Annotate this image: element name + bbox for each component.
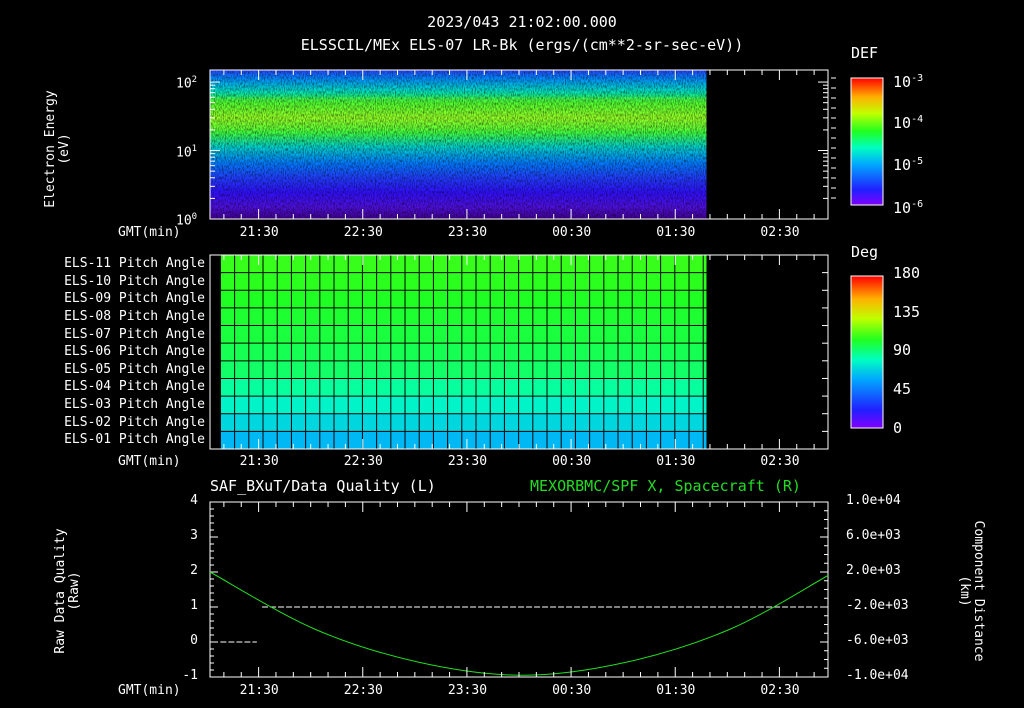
pitch-angle-row-label: ELS-06 Pitch Angle (64, 344, 205, 360)
time-axis-label: GMT(min) (118, 454, 181, 469)
panel1-ytick-label: 100 (176, 212, 198, 229)
panel3-ytick-right-label: 1.0e+04 (846, 493, 901, 508)
pitch-angle-row-cell (220, 325, 707, 344)
deg-colorbar-label: 90 (893, 341, 912, 359)
deg-colorbar (851, 276, 883, 428)
pitch-angle-row-label: ELS-10 Pitch Angle (64, 273, 205, 289)
data-quality-panel (209, 501, 829, 678)
time-tick-label: 22:30 (343, 683, 383, 698)
pitch-angle-row-cell (220, 307, 707, 326)
time-tick-label: 22:30 (343, 454, 383, 469)
pitch-angle-row-cell (220, 360, 707, 379)
deg-colorbar-title: Deg (851, 243, 879, 261)
pitch-angle-row-cell (220, 396, 707, 414)
time-tick-label: 23:30 (447, 225, 488, 240)
panel3-ytick-right-label: 2.0e+03 (846, 563, 901, 578)
pitch-angle-row-cell (220, 378, 707, 397)
pitch-angle-row-cell (220, 343, 707, 361)
def-colorbar-label: 10-5 (893, 156, 924, 174)
pitch-angle-row-label: ELS-02 Pitch Angle (64, 414, 205, 430)
pitch-angle-row-label: ELS-07 Pitch Angle (64, 326, 205, 342)
panel3-ytick-left-label: 1 (190, 598, 198, 613)
time-axis-label: GMT(min) (118, 683, 181, 698)
panel3-ytick-left-label: 3 (190, 528, 198, 543)
time-tick-label: 00:30 (552, 454, 592, 469)
spectrogram-noise (210, 70, 707, 219)
plot-timestamp: 2023/043 21:02:00.000 (427, 13, 617, 31)
pitch-angle-row-label: ELS-03 Pitch Angle (64, 397, 205, 413)
panel3-ytick-left-label: -1 (182, 668, 198, 683)
panel3-ytick-left-label: 4 (190, 493, 198, 508)
pitch-angle-row-label: ELS-05 Pitch Angle (64, 361, 205, 377)
def-colorbar-title: DEF (851, 44, 879, 62)
time-tick-label: 22:30 (343, 225, 383, 240)
time-tick-label: 01:30 (656, 454, 696, 469)
pitch-angle-row-label: ELS-01 Pitch Angle (64, 432, 205, 448)
panel1-ytick-label: 102 (176, 75, 198, 92)
time-tick-label: 02:30 (760, 454, 800, 469)
panel3-ytick-right-label: -2.0e+03 (846, 598, 909, 613)
time-tick-label: 23:30 (447, 683, 488, 698)
pitch-angle-row-label: ELS-11 Pitch Angle (64, 256, 205, 271)
energy-spectrogram-panel (209, 69, 884, 220)
time-tick-label: 02:30 (760, 683, 800, 698)
deg-colorbar-label: 135 (893, 303, 921, 321)
time-axis-label: GMT(min) (118, 225, 181, 240)
panel3-right-title: MEXORBMC/SPF X, Spacecraft (R) (530, 477, 801, 495)
time-tick-label: 01:30 (656, 225, 696, 240)
pitch-angle-row-label: ELS-04 Pitch Angle (64, 379, 205, 395)
panel3-ytick-right-label: 6.0e+03 (846, 528, 901, 543)
panel3-ytick-right-label: -6.0e+03 (846, 633, 909, 648)
panel1-ytick-label: 101 (176, 143, 198, 160)
panel3-frame (209, 501, 829, 678)
deg-colorbar-label: 45 (893, 380, 912, 398)
def-colorbar (851, 78, 883, 205)
time-tick-label: 23:30 (447, 454, 488, 469)
time-tick-label: 21:30 (239, 683, 279, 698)
panel3-right-ylabel: Component Distance (km) (957, 520, 986, 662)
pitch-angle-row-label: ELS-09 Pitch Angle (64, 291, 205, 307)
deg-colorbar-label: 180 (893, 264, 921, 282)
def-colorbar-label: 10-3 (893, 73, 924, 91)
panel1-ylabel: Electron Energy (eV) (43, 90, 72, 208)
time-tick-label: 21:30 (239, 225, 279, 240)
time-tick-label: 00:30 (552, 225, 592, 240)
def-colorbar-label: 10-4 (893, 114, 924, 132)
pitch-angle-row-cell (220, 413, 707, 432)
panel3-ytick-left-label: 0 (190, 633, 198, 648)
spacecraft-x-curve (209, 571, 829, 676)
panel3-ytick-right-label: -1.0e+04 (846, 668, 909, 683)
time-tick-label: 01:30 (656, 683, 696, 698)
pitch-angle-row-label: ELS-08 Pitch Angle (64, 308, 205, 324)
time-tick-label: 02:30 (760, 225, 800, 240)
deg-colorbar-label: 0 (893, 419, 903, 437)
time-tick-label: 00:30 (552, 683, 592, 698)
panel3-left-ylabel: Raw Data Quality (Raw) (53, 528, 82, 654)
panel3-ytick-left-label: 2 (190, 563, 198, 578)
panel3-left-title: SAF_BXuT/Data Quality (L) (210, 477, 436, 495)
pitch-angle-panel (209, 254, 884, 450)
time-tick-label: 21:30 (239, 454, 279, 469)
pitch-angle-row-cell (220, 290, 707, 308)
pitch-angle-row-cell (220, 272, 707, 291)
def-colorbar-label: 10-6 (893, 199, 924, 217)
